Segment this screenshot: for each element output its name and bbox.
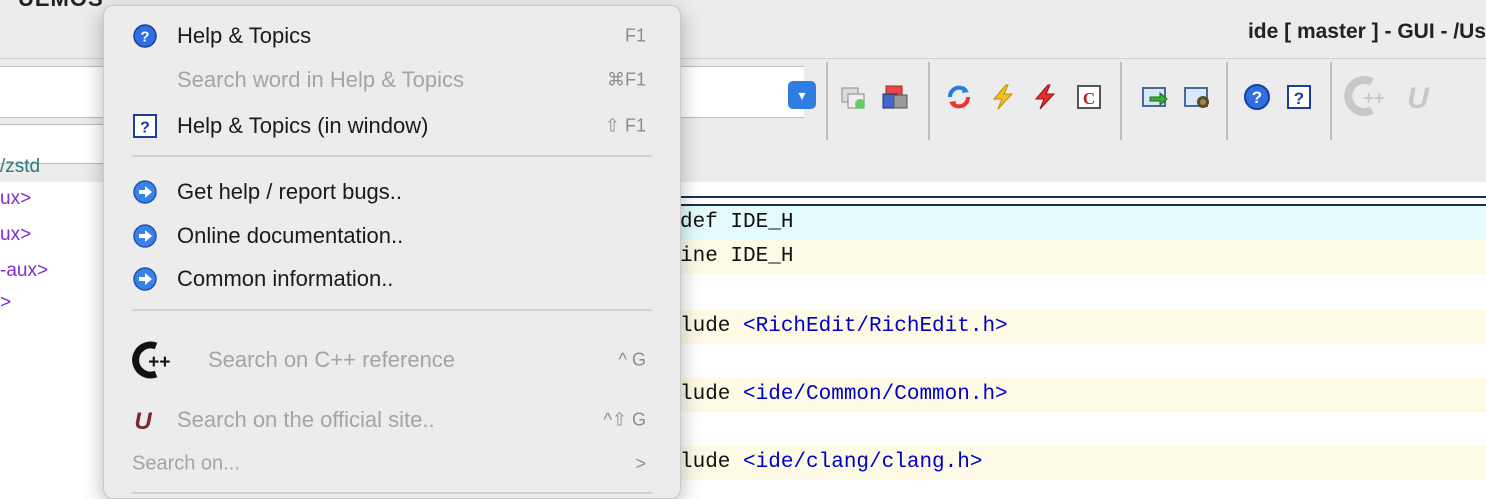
help-circle-icon[interactable]: ? [1242,82,1272,112]
menu-item-label: Search word in Help & Topics [177,67,464,92]
workspace-item[interactable]: -aux> [0,260,48,282]
u-logo-icon[interactable]: U [1398,76,1438,116]
code-line: def IDE_H [680,206,1486,240]
help-box-icon[interactable]: ? [1284,82,1314,112]
menu-separator [132,492,652,494]
build-colored-icon[interactable] [880,82,910,112]
menu-item-label: Help & Topics [177,23,312,48]
menu-item-common-info[interactable]: Common information.. [104,259,680,299]
menu-item-help-topics[interactable]: ? Help & Topics F1 [104,16,680,56]
menu-item-search-on[interactable]: Search on... > [104,444,680,484]
svg-text:C: C [1083,89,1095,108]
menu-item-shortcut: ⇧ F1 [604,115,646,136]
window-title: ide [ master ] - GUI - /Us [1247,20,1486,43]
svg-text:?: ? [1252,88,1262,107]
submenu-arrow-icon: > [635,453,646,474]
menu-item-label: Common information.. [177,266,394,291]
lightning-yellow-icon[interactable] [988,82,1018,112]
menu-item-online-docs[interactable]: Online documentation.. [104,216,680,256]
code-line: lude <RichEdit/RichEdit.h> [680,310,1486,344]
toolbar-separator [1226,62,1228,140]
help-circle-icon: ? [132,23,158,49]
refresh-icon[interactable] [944,82,974,112]
svg-text:++: ++ [1363,88,1384,108]
debug-window-icon[interactable] [1182,82,1212,112]
menu-item-search-word[interactable]: Search word in Help & Topics ⌘F1 [104,60,680,100]
code-line: ine IDE_H [680,240,1486,274]
menu-item-label: Search on the official site.. [177,407,435,432]
menu-item-help-window[interactable]: ? Help & Topics (in window) ⇧ F1 [104,106,680,146]
toolbar-separator [826,62,828,140]
menu-item-shortcut: F1 [624,25,646,46]
workspace-item[interactable]: /zstd [0,156,40,178]
menu-item-official-site[interactable]: U Search on the official site.. ^⇧ G [104,400,680,440]
menu-item-cpp-reference[interactable]: ++ Search on C++ reference ^ G [104,334,680,386]
lightning-red-icon[interactable] [1030,82,1060,112]
u-logo-icon: U [130,407,156,433]
arrow-circle-icon [132,266,158,292]
arrow-circle-icon [132,223,158,249]
menu-item-label: Search on C++ reference [208,347,456,372]
clipped-menu-title: UEMOS [18,0,104,12]
cpp-logo-icon[interactable]: ++ [1342,72,1390,120]
svg-text:++: ++ [148,352,170,373]
menu-item-label: Help & Topics (in window) [177,113,429,138]
editor-divider [680,196,1486,206]
workspace-item[interactable]: > [0,292,11,314]
svg-text:?: ? [1294,89,1304,108]
menu-separator [132,309,652,311]
cpp-logo-icon: ++ [128,336,176,384]
menu-item-label: Search on... [132,452,240,475]
menu-item-shortcut: ⌘F1 [606,69,646,90]
menu-item-shortcut: ^⇧ G [603,409,646,430]
code-editor[interactable]: def IDE_H ine IDE_H lude <RichEdit/RichE… [680,206,1486,497]
workspace-item[interactable]: ux> [0,188,31,210]
svg-text:?: ? [140,29,149,46]
code-line: lude <ide/clang/clang.h> [680,446,1486,480]
code-line: lude <ide/Common/Common.h> [680,378,1486,412]
workspace-item[interactable]: ux> [0,224,31,246]
toolbar-separator [928,62,930,140]
toolbar-separator [1120,62,1122,140]
menu-item-label: Online documentation.. [177,223,404,248]
c-box-icon[interactable]: C [1074,82,1104,112]
menu-item-report-bugs[interactable]: Get help / report bugs.. [104,172,680,212]
arrow-circle-icon [132,179,158,205]
svg-text:U: U [1407,82,1430,115]
menu-item-label: Get help / report bugs.. [177,179,403,204]
help-menu: ? Help & Topics F1 Search word in Help &… [103,5,681,499]
toolbar-separator [1330,62,1332,140]
help-box-icon: ? [132,113,158,139]
combo-dropdown-button[interactable]: ▾ [788,81,816,109]
arrow-window-icon[interactable] [1140,82,1170,112]
menu-separator [132,155,652,157]
svg-text:U: U [134,408,152,433]
svg-text:?: ? [140,120,150,137]
build-icon[interactable] [838,82,868,112]
menu-item-shortcut: ^ G [618,349,646,370]
